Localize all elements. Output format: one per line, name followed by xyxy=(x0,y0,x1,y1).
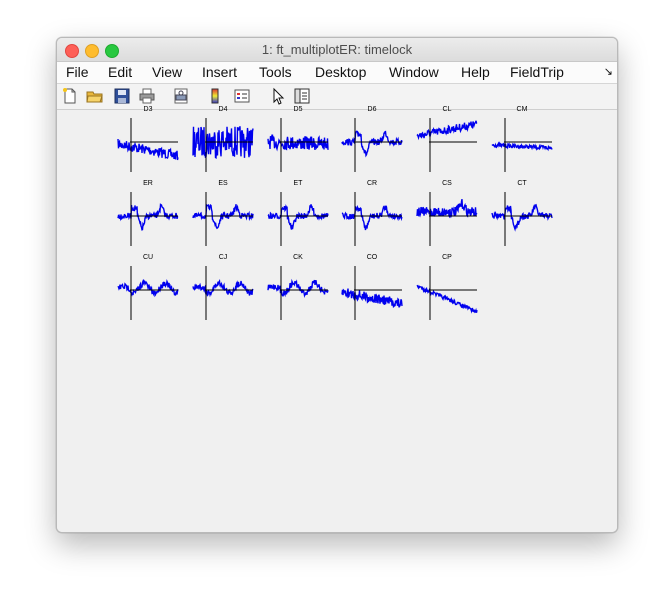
menu-window[interactable]: Window xyxy=(389,64,439,80)
channel-plot xyxy=(267,118,329,172)
menu-bar: File Edit View Insert Tools Desktop Wind… xyxy=(57,62,617,84)
channel-plot xyxy=(117,118,179,172)
channel-plot xyxy=(192,192,254,246)
channel-label: CS xyxy=(442,180,452,187)
print-preview-icon[interactable] xyxy=(172,87,190,105)
channel-plot xyxy=(192,118,254,172)
menu-file[interactable]: File xyxy=(66,64,89,80)
channel-label: CM xyxy=(516,106,528,113)
waveform-trace xyxy=(416,198,478,219)
channel-label: CU xyxy=(142,254,154,261)
channel-label: CK xyxy=(293,254,303,261)
channel-plot xyxy=(341,118,403,172)
menu-fieldtrip[interactable]: FieldTrip xyxy=(510,64,564,80)
waveform-trace xyxy=(341,288,403,309)
channel-plot xyxy=(491,118,553,172)
channel-plot xyxy=(491,192,553,246)
waveform-trace xyxy=(267,203,329,230)
waveform-trace xyxy=(192,279,254,298)
title-bar[interactable]: 1: ft_multiplotER: timelock xyxy=(57,38,617,62)
channel-label: D4 xyxy=(218,106,228,113)
channel-plot xyxy=(341,192,403,246)
channel-plot xyxy=(117,266,179,320)
waveform-trace xyxy=(491,141,553,152)
figure-window: 1: ft_multiplotER: timelock File Edit Vi… xyxy=(56,37,618,533)
waveform-trace xyxy=(117,278,179,298)
channel-label: ES xyxy=(218,180,228,187)
menu-tools[interactable]: Tools xyxy=(259,64,292,80)
waveform-trace xyxy=(117,202,179,231)
print-icon[interactable] xyxy=(138,87,156,105)
channel-label: D5 xyxy=(293,106,303,113)
waveform-trace xyxy=(491,203,553,232)
channel-plot xyxy=(117,192,179,246)
channel-plot xyxy=(416,118,478,172)
channel-label: D6 xyxy=(367,106,377,113)
channel-label: CP xyxy=(442,254,452,261)
channel-label: ER xyxy=(143,180,153,187)
channel-label: ET xyxy=(293,180,303,187)
pointer-icon[interactable] xyxy=(269,87,287,105)
save-icon[interactable] xyxy=(113,87,131,105)
channel-plot xyxy=(192,266,254,320)
waveform-trace xyxy=(341,130,403,158)
waveform-trace xyxy=(267,278,329,298)
channel-label: CR xyxy=(366,180,378,187)
new-figure-icon[interactable] xyxy=(61,87,79,105)
plot-canvas[interactable]: D3 D4 D5 D6 CL CM ER ES ET CR CS CT CU CJ CK CO CP xyxy=(57,106,617,532)
menu-overflow-arrow-icon[interactable]: ↘ xyxy=(604,65,613,78)
window-title: 1: ft_multiplotER: timelock xyxy=(261,42,413,57)
channel-plot xyxy=(416,266,478,320)
colorbar-icon[interactable] xyxy=(206,87,224,105)
legend-icon[interactable] xyxy=(233,87,251,105)
menu-help[interactable]: Help xyxy=(461,64,490,80)
channel-label: D3 xyxy=(143,106,153,113)
waveform-trace xyxy=(416,284,478,314)
menu-insert[interactable]: Insert xyxy=(202,64,237,80)
channel-plot xyxy=(341,266,403,320)
waveform-trace xyxy=(267,134,329,152)
waveform-trace xyxy=(416,120,478,141)
property-editor-icon[interactable] xyxy=(293,87,311,105)
channel-plot xyxy=(267,266,329,320)
waveform-trace xyxy=(341,204,403,231)
channel-label: CT xyxy=(517,180,527,187)
menu-edit[interactable]: Edit xyxy=(108,64,132,80)
channel-label: CJ xyxy=(218,254,228,261)
channel-plot xyxy=(267,192,329,246)
channel-plot xyxy=(416,192,478,246)
channel-label: CO xyxy=(366,254,378,261)
channel-label: CL xyxy=(442,106,452,113)
menu-view[interactable]: View xyxy=(152,64,182,80)
open-file-icon[interactable] xyxy=(86,87,104,105)
menu-desktop[interactable]: Desktop xyxy=(315,64,366,80)
